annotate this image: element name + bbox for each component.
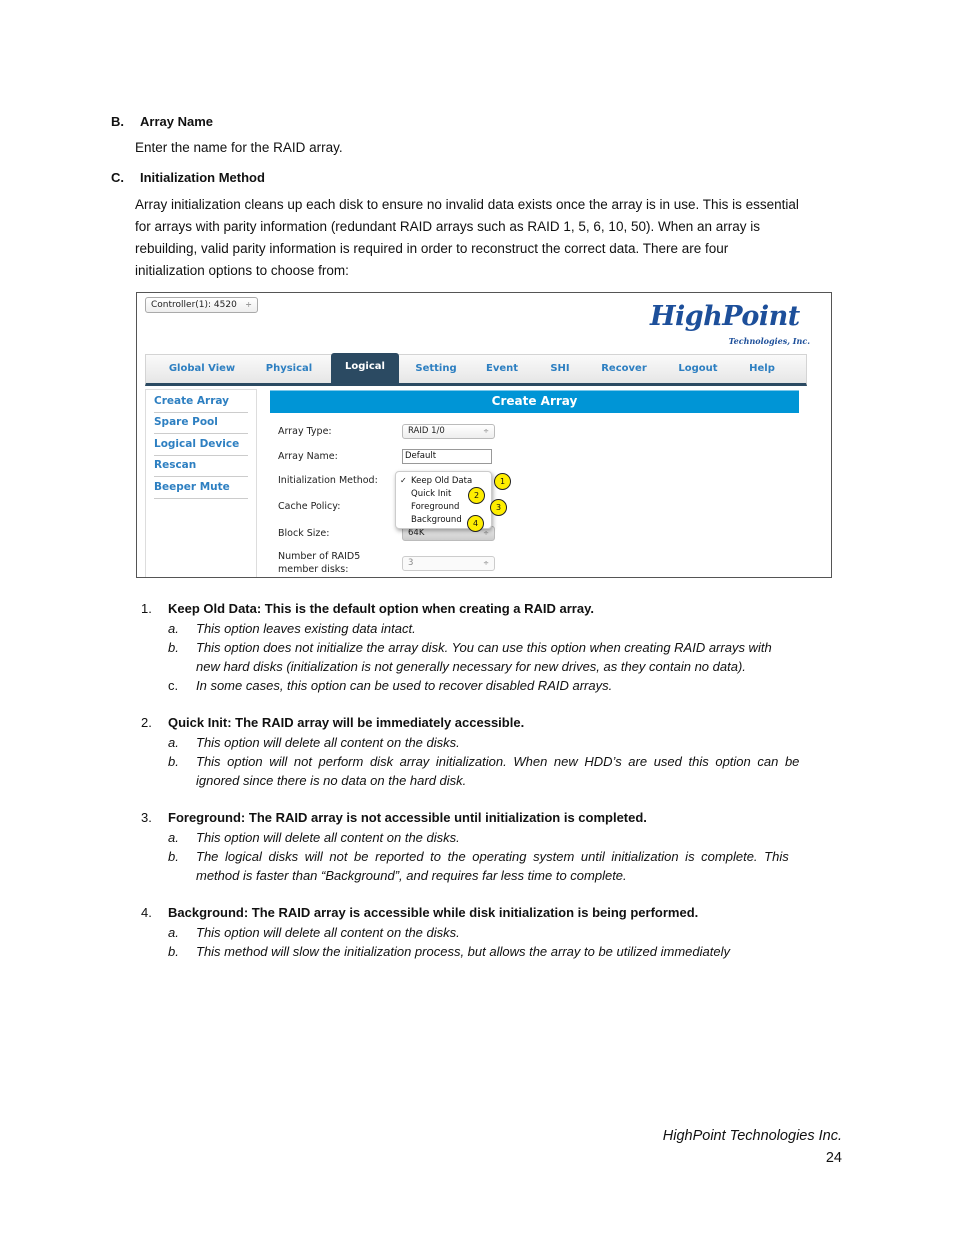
- option-subitem: b. The logical disks will not be reporte…: [168, 847, 841, 885]
- subitem-text: ignored since there is no data on the ha…: [196, 773, 467, 788]
- body-line: rebuilding, valid parity information is …: [135, 241, 729, 256]
- subitem-letter: c.: [168, 678, 179, 693]
- member-disks-label-line: Number of RAID5: [278, 551, 361, 562]
- option-subitem: a. This option will delete all content o…: [168, 828, 841, 847]
- subitem-text: new hard disks (initialization is not ge…: [196, 659, 746, 674]
- option-subitem: b. This option will not perform disk arr…: [168, 752, 841, 790]
- subitem-letter: a.: [168, 925, 179, 940]
- dropdown-option-foreground[interactable]: Foreground: [411, 501, 459, 513]
- subitem-letter: b.: [168, 640, 179, 655]
- cache-policy-label: Cache Policy:: [278, 501, 341, 512]
- subitem-text: This option will delete all content on t…: [196, 830, 460, 845]
- sidebar-item-logical-device[interactable]: Logical Device: [154, 434, 248, 456]
- section-b-letter: B.: [111, 114, 124, 129]
- option-subitem: a. This option will delete all content o…: [168, 733, 841, 752]
- subitem-letter: b.: [168, 944, 179, 959]
- sidebar: Create Array Spare Pool Logical Device R…: [145, 389, 257, 577]
- controller-select[interactable]: Controller(1): 4520 ÷: [145, 297, 258, 313]
- subitem-text: This option does not initialize the arra…: [196, 640, 772, 655]
- tab-global-view[interactable]: Global View: [158, 355, 246, 383]
- select-arrow-icon: ÷: [483, 559, 489, 567]
- tab-setting[interactable]: Setting: [408, 355, 464, 383]
- array-type-select[interactable]: RAID 1/0 ÷: [402, 424, 495, 439]
- subitem-letter: b.: [168, 849, 179, 864]
- select-arrow-icon: ÷: [245, 300, 252, 309]
- callout-2: 2: [468, 487, 485, 504]
- callout-4: 4: [467, 515, 484, 532]
- option-title: Background: The RAID array is accessible…: [168, 905, 699, 920]
- subitem-text: The logical disks will not be reported t…: [196, 849, 789, 864]
- subitem-text: This option will delete all content on t…: [196, 925, 460, 940]
- logo-tagline: Technologies, Inc.: [728, 336, 810, 346]
- subitem-text: This option will delete all content on t…: [196, 735, 460, 750]
- sidebar-item-create-array[interactable]: Create Array: [154, 391, 248, 413]
- option-subitem: a. This option will delete all content o…: [168, 923, 841, 942]
- tab-logout[interactable]: Logout: [670, 355, 726, 383]
- create-array-screenshot: Controller(1): 4520 ÷ HighPoint Technolo…: [136, 292, 832, 578]
- sidebar-item-beeper-mute[interactable]: Beeper Mute: [154, 477, 248, 499]
- highpoint-logo: HighPoint Technologies, Inc.: [650, 301, 810, 347]
- create-array-banner: Create Array: [270, 390, 799, 413]
- option-title: Foreground: The RAID array is not access…: [168, 810, 647, 825]
- init-method-label: Initialization Method:: [278, 475, 378, 486]
- dropdown-option-keep-old-data[interactable]: Keep Old Data: [411, 475, 472, 487]
- option-number: 4.: [141, 905, 152, 920]
- member-disks-value: 3: [408, 558, 414, 568]
- logo-brand: HighPoint: [650, 301, 800, 332]
- callout-3: 3: [490, 499, 507, 516]
- option-number: 1.: [141, 601, 152, 616]
- dropdown-option-quick-init[interactable]: Quick Init: [411, 488, 451, 500]
- subitem-text: This option leaves existing data intact.: [196, 621, 416, 636]
- tab-help[interactable]: Help: [740, 355, 784, 383]
- array-type-value: RAID 1/0: [408, 426, 445, 436]
- member-disks-label: Number of RAID5 member disks:: [278, 550, 360, 576]
- subitem-text: This method will slow the initialization…: [196, 944, 730, 959]
- subitem-text: method is faster than “Background”, and …: [196, 868, 627, 883]
- footer-company: HighPoint Technologies Inc.: [662, 1128, 842, 1144]
- subitem-text: In some cases, this option can be used t…: [196, 678, 613, 693]
- tab-logical[interactable]: Logical: [331, 353, 399, 383]
- body-line: Array initialization cleans up each disk…: [135, 197, 799, 212]
- dropdown-option-background[interactable]: Background: [411, 514, 462, 526]
- tab-event[interactable]: Event: [478, 355, 526, 383]
- sidebar-item-rescan[interactable]: Rescan: [154, 455, 248, 477]
- option-title: Keep Old Data: This is the default optio…: [168, 601, 594, 616]
- page-number: 24: [825, 1150, 842, 1166]
- member-disks-select[interactable]: 3 ÷: [402, 556, 495, 571]
- section-c-letter: C.: [111, 170, 124, 185]
- controller-select-value: Controller(1): 4520: [151, 300, 237, 310]
- block-size-label: Block Size:: [278, 528, 330, 539]
- option-number: 2.: [141, 715, 152, 730]
- option-number: 3.: [141, 810, 152, 825]
- tab-shi[interactable]: SHI: [540, 355, 580, 383]
- section-c-title: Initialization Method: [140, 170, 265, 185]
- body-line: for arrays with parity information (redu…: [135, 219, 761, 234]
- option-subitem: c. In some cases, this option can be use…: [168, 676, 841, 695]
- section-c-body: Array initialization cleans up each disk…: [135, 194, 835, 282]
- tab-physical[interactable]: Physical: [256, 355, 322, 383]
- subitem-letter: b.: [168, 754, 179, 769]
- section-b-title: Array Name: [140, 114, 213, 129]
- nav-bar: Global View Physical Logical Setting Eve…: [145, 353, 807, 386]
- subitem-letter: a.: [168, 621, 179, 636]
- sidebar-item-spare-pool[interactable]: Spare Pool: [154, 412, 248, 434]
- member-disks-label-line: member disks:: [278, 564, 349, 575]
- checkmark-icon: ✓: [400, 476, 407, 485]
- array-type-label: Array Type:: [278, 426, 332, 437]
- body-line: initialization options to choose from:: [135, 263, 349, 278]
- subitem-letter: a.: [168, 735, 179, 750]
- array-name-label: Array Name:: [278, 451, 338, 462]
- section-b-body: Enter the name for the RAID array.: [135, 140, 343, 155]
- option-subitem: b. This option does not initialize the a…: [168, 638, 841, 676]
- block-size-value: 64K: [408, 528, 425, 538]
- option-subitem: b. This method will slow the initializat…: [168, 942, 841, 961]
- select-arrow-icon: ÷: [483, 427, 489, 435]
- subitem-letter: a.: [168, 830, 179, 845]
- subitem-text: This option will not perform disk array …: [196, 754, 800, 769]
- array-name-input[interactable]: Default: [402, 449, 492, 464]
- callout-1: 1: [494, 473, 511, 490]
- tab-recover[interactable]: Recover: [594, 355, 654, 383]
- option-subitem: a. This option leaves existing data inta…: [168, 619, 841, 638]
- option-title: Quick Init: The RAID array will be immed…: [168, 715, 525, 730]
